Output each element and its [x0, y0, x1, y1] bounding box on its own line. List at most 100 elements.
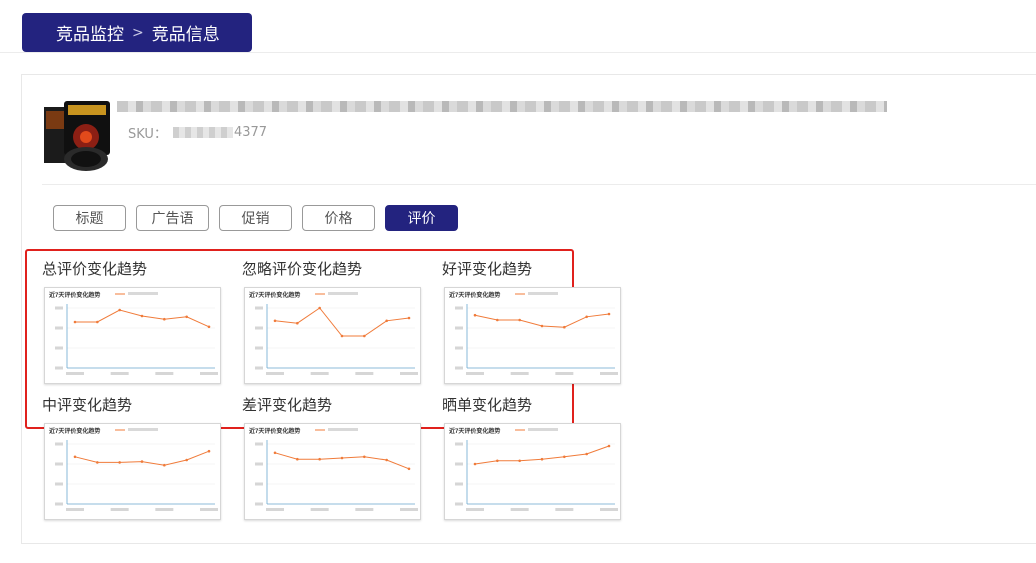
chart-thumbnail[interactable]: 近7天评价变化趋势: [244, 287, 421, 384]
y-tick-label: [455, 346, 463, 350]
chart-thumbnail[interactable]: 近7天评价变化趋势: [244, 423, 421, 520]
chevron-right-icon: >: [132, 24, 144, 41]
data-point: [96, 461, 99, 464]
data-point: [496, 459, 499, 463]
x-tick-label: [66, 508, 84, 511]
product-title-blurred: [117, 101, 887, 112]
chart-thumbnail[interactable]: 近7天评价变化趋势: [44, 423, 221, 520]
tab-reviews[interactable]: 评价: [385, 205, 458, 231]
chart-thumbnail[interactable]: 近7天评价变化趋势: [444, 287, 621, 384]
x-tick-label: [600, 508, 618, 511]
y-tick-label: [55, 366, 63, 370]
x-tick-label: [510, 508, 529, 511]
y-tick-label: [455, 326, 463, 330]
tab-title[interactable]: 标题: [53, 205, 126, 231]
data-point: [96, 320, 99, 324]
legend-label-placeholder: [328, 292, 358, 295]
data-point: [207, 449, 211, 453]
x-tick-label: [155, 372, 174, 375]
trend-chart: 近7天评价变化趋势: [249, 291, 418, 375]
trend-chart: 近7天评价变化趋势: [49, 291, 218, 375]
tab-bar: 标题 广告语 促销 价格 评价: [53, 205, 458, 231]
data-point: [118, 308, 121, 312]
chart-card-photo-reviews: 晒单变化趋势 近7天评价变化趋势: [442, 395, 682, 520]
breadcrumb-current: 竞品信息: [151, 25, 220, 45]
chart-title: 晒单变化趋势: [442, 396, 533, 414]
data-point: [363, 455, 366, 459]
x-tick-label: [266, 372, 284, 375]
tab-price[interactable]: 价格: [302, 205, 375, 231]
top-bar: 竞品监控 > 竞品信息: [0, 0, 1036, 53]
series-line: [474, 445, 610, 465]
data-point: [473, 313, 477, 317]
data-point: [118, 461, 121, 464]
series-line: [75, 309, 210, 328]
legend-label-placeholder: [328, 428, 358, 431]
y-tick-label: [55, 326, 63, 330]
divider: [42, 184, 1036, 185]
product-image[interactable]: [42, 97, 112, 173]
y-tick-label: [55, 462, 63, 466]
data-point: [340, 456, 344, 460]
data-point: [585, 452, 588, 456]
data-point: [473, 462, 477, 466]
chart-inner-title: 近7天评价变化趋势: [449, 427, 500, 435]
x-tick-label: [355, 372, 374, 375]
product-sku: SKU： 4377: [128, 123, 267, 142]
product-panel: SKU： 4377 标题 广告语 促销 价格 评价 总评价变化趋势 近7天评价变…: [21, 74, 1036, 544]
data-point: [407, 467, 411, 471]
x-tick-label: [310, 372, 329, 375]
sku-suffix: 4377: [233, 125, 268, 140]
data-point: [185, 315, 188, 319]
breadcrumb-parent[interactable]: 竞品监控: [56, 20, 124, 45]
data-point: [163, 463, 166, 467]
chart-title: 好评变化趋势: [442, 260, 533, 278]
chart-inner-title: 近7天评价变化趋势: [49, 427, 100, 435]
data-point: [407, 316, 411, 320]
tab-ad-slogan[interactable]: 广告语: [136, 205, 209, 231]
x-tick-label: [555, 372, 574, 375]
x-tick-label: [110, 508, 129, 511]
x-tick-label: [266, 508, 284, 511]
data-point: [207, 325, 211, 329]
x-tick-label: [355, 508, 374, 511]
trend-chart: 近7天评价变化趋势: [249, 427, 418, 511]
sku-label: SKU：: [128, 127, 167, 142]
data-point: [185, 458, 188, 462]
y-tick-label: [455, 502, 463, 506]
y-tick-label: [255, 442, 263, 446]
chart-thumbnail[interactable]: 近7天评价变化趋势: [444, 423, 621, 520]
data-point: [518, 459, 521, 463]
trend-chart: 近7天评价变化趋势: [49, 427, 218, 511]
x-tick-label: [200, 372, 218, 375]
legend-label-placeholder: [528, 428, 558, 431]
y-tick-label: [455, 442, 463, 446]
data-point: [73, 320, 77, 324]
data-point: [540, 457, 544, 461]
data-point: [273, 451, 277, 455]
x-tick-label: [155, 508, 174, 511]
y-tick-label: [455, 462, 463, 466]
x-tick-label: [555, 508, 574, 511]
x-tick-label: [510, 372, 529, 375]
data-point: [363, 334, 366, 338]
data-point: [563, 325, 566, 329]
tab-promotion[interactable]: 促销: [219, 205, 292, 231]
data-point: [340, 334, 344, 338]
x-tick-label: [400, 372, 418, 375]
series-line: [274, 452, 410, 470]
chart-card-positive: 好评变化趋势 近7天评价变化趋势: [442, 259, 682, 384]
series-line: [274, 307, 410, 337]
chart-thumbnail[interactable]: 近7天评价变化趋势: [44, 287, 221, 384]
legend-label-placeholder: [128, 292, 158, 295]
y-tick-label: [255, 462, 263, 466]
data-point: [607, 312, 611, 316]
data-point: [296, 321, 299, 325]
y-tick-label: [55, 442, 63, 446]
y-tick-label: [255, 482, 263, 486]
y-tick-label: [455, 366, 463, 370]
data-point: [273, 319, 277, 323]
data-point: [563, 455, 566, 459]
legend-label-placeholder: [128, 428, 158, 431]
x-tick-label: [400, 508, 418, 511]
